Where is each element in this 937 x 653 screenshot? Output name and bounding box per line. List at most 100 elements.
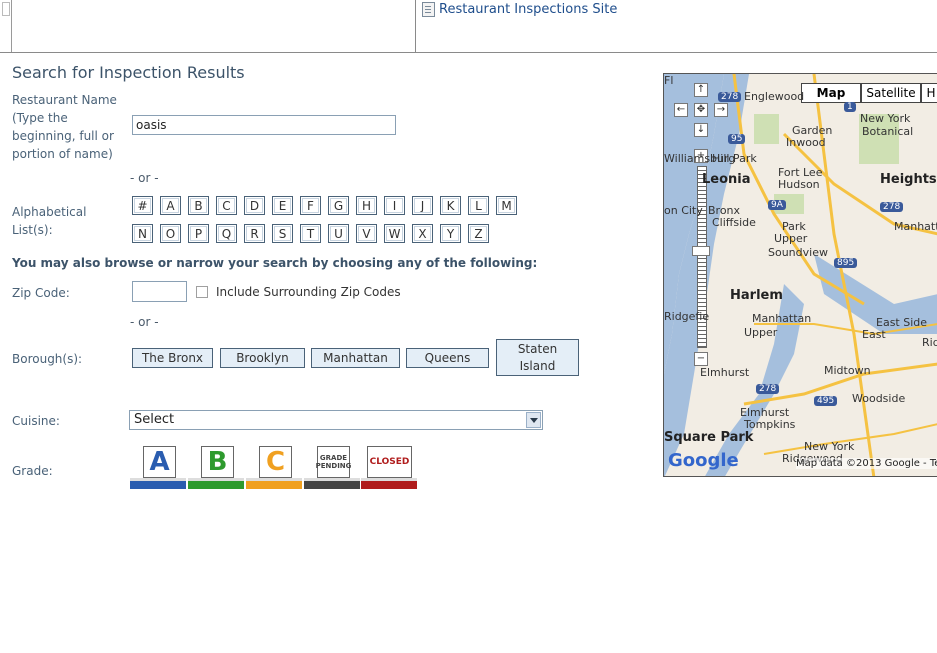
map-place-label: Woodside	[852, 392, 906, 405]
letter-button-t[interactable]: T	[300, 224, 321, 243]
restaurant-name-input[interactable]	[132, 115, 396, 135]
borough-queens-button[interactable]: Queens	[406, 348, 489, 368]
alphabetical-label: Alphabetical List(s):	[12, 203, 86, 239]
letter-button-e[interactable]: E	[272, 196, 293, 215]
road-shield: 278	[718, 92, 742, 102]
header-bar: Restaurant Inspections Site	[0, 0, 937, 53]
grade-card: C	[259, 446, 292, 478]
grade-card: A	[143, 446, 176, 478]
grade-card: CLOSED	[367, 446, 412, 478]
map-place-label: Midtown	[824, 364, 871, 377]
letter-button-r[interactable]: R	[244, 224, 265, 243]
borough-bronx-button[interactable]: The Bronx	[132, 348, 213, 368]
letter-button-y[interactable]: Y	[440, 224, 461, 243]
map-place-label: New York	[860, 112, 911, 125]
zip-input[interactable]	[132, 281, 187, 302]
letter-button-n[interactable]: N	[132, 224, 153, 243]
grade-base	[130, 478, 186, 489]
letter-button-j[interactable]: J	[412, 196, 433, 215]
letter-button-f[interactable]: F	[300, 196, 321, 215]
letter-button-l[interactable]: L	[468, 196, 489, 215]
letter-button-q[interactable]: Q	[216, 224, 237, 243]
pan-up-icon[interactable]: ↑	[694, 83, 708, 97]
map-widget[interactable]: Map Satellite H ↑ ← ✥ → ↓ + − Englewood N…	[663, 73, 937, 477]
label-line: portion of name)	[12, 147, 113, 161]
letter-button-g[interactable]: G	[328, 196, 349, 215]
letter-button-k[interactable]: K	[440, 196, 461, 215]
pan-center-icon[interactable]: ✥	[694, 103, 708, 117]
borough-staten-island-button[interactable]: Staten Island	[496, 339, 579, 376]
frame-icon	[2, 2, 10, 16]
letter-button-b[interactable]: B	[188, 196, 209, 215]
grade-base	[304, 478, 360, 489]
borough-staten-line: Staten	[517, 341, 558, 356]
map-place-label: Upper	[744, 326, 778, 339]
grade-grade-pending-button[interactable]: GRADE PENDING	[304, 446, 360, 492]
map-place-label: on City	[664, 204, 703, 217]
letter-button-hash[interactable]: #	[132, 196, 153, 215]
map-place-label: Heights	[880, 172, 937, 187]
road-shield: 895	[834, 258, 858, 268]
borough-brooklyn-button[interactable]: Brooklyn	[220, 348, 305, 368]
road-shield: 1	[844, 102, 856, 112]
letter-button-w[interactable]: W	[384, 224, 405, 243]
map-place-label: Hudson	[778, 178, 820, 191]
letter-button-p[interactable]: P	[188, 224, 209, 243]
map-type-map-button[interactable]: Map	[801, 83, 861, 103]
map-place-label: Cliffside	[712, 216, 756, 229]
site-link[interactable]: Restaurant Inspections Site	[422, 2, 617, 17]
map-type-satellite-button[interactable]: Satellite	[861, 83, 921, 103]
letter-button-z[interactable]: Z	[468, 224, 489, 243]
borough-manhattan-button[interactable]: Manhattan	[311, 348, 400, 368]
grade-c-button[interactable]: C	[246, 446, 302, 492]
pan-right-icon[interactable]: →	[714, 103, 728, 117]
grade-closed-button[interactable]: CLOSED	[361, 446, 417, 492]
letter-button-v[interactable]: V	[356, 224, 377, 243]
letter-button-a[interactable]: A	[160, 196, 181, 215]
grade-base	[361, 478, 417, 489]
map-place-label: Upper	[774, 232, 808, 245]
road-shield: 9A	[768, 200, 786, 210]
map-place-label: Williamsburg	[664, 152, 736, 165]
letter-button-m[interactable]: M	[496, 196, 517, 215]
road-shield: 495	[814, 396, 838, 406]
map-place-label: Ridgefiel	[922, 336, 937, 349]
map-place-label: Ridgefie	[664, 310, 710, 323]
letter-button-d[interactable]: D	[244, 196, 265, 215]
grade-a-button[interactable]: A	[130, 446, 186, 492]
letter-button-h[interactable]: H	[356, 196, 377, 215]
surrounding-zip-checkbox[interactable]	[196, 286, 208, 298]
map-place-label: Englewood	[744, 90, 805, 103]
cuisine-label: Cuisine:	[12, 414, 60, 428]
restaurant-name-label: Restaurant Name (Type the beginning, ful…	[12, 91, 117, 163]
borough-label: Borough(s):	[12, 352, 83, 366]
zoom-out-icon[interactable]: −	[694, 352, 708, 366]
letter-button-o[interactable]: O	[160, 224, 181, 243]
road-shield: 278	[756, 384, 780, 394]
map-type-hybrid-button[interactable]: H	[921, 83, 937, 103]
grade-label: Grade:	[12, 464, 53, 478]
left-frame	[0, 0, 12, 52]
grade-base	[246, 478, 302, 489]
zoom-slider-handle[interactable]	[692, 246, 710, 256]
site-link-text[interactable]: Restaurant Inspections Site	[439, 2, 617, 17]
document-icon	[422, 2, 435, 17]
cuisine-select[interactable]: Select	[129, 410, 543, 430]
pan-left-icon[interactable]: ←	[674, 103, 688, 117]
map-place-label: Fl	[664, 74, 674, 87]
letter-button-s[interactable]: S	[272, 224, 293, 243]
grade-card: GRADE PENDING	[316, 446, 351, 478]
map-attribution[interactable]: Map data ©2013 Google - Ter	[796, 458, 937, 469]
letter-button-x[interactable]: X	[412, 224, 433, 243]
grade-b-button[interactable]: B	[188, 446, 244, 492]
letter-button-u[interactable]: U	[328, 224, 349, 243]
map-place-label: Leonia	[702, 172, 751, 187]
label-line: Restaurant Name	[12, 93, 117, 107]
road-shield: 95	[728, 134, 746, 144]
road-shield: 278	[880, 202, 904, 212]
letter-button-i[interactable]: I	[384, 196, 405, 215]
pan-down-icon[interactable]: ↓	[694, 123, 708, 137]
map-place-label: Square Park	[664, 430, 754, 445]
dropdown-arrow-icon[interactable]	[526, 412, 541, 428]
letter-button-c[interactable]: C	[216, 196, 237, 215]
